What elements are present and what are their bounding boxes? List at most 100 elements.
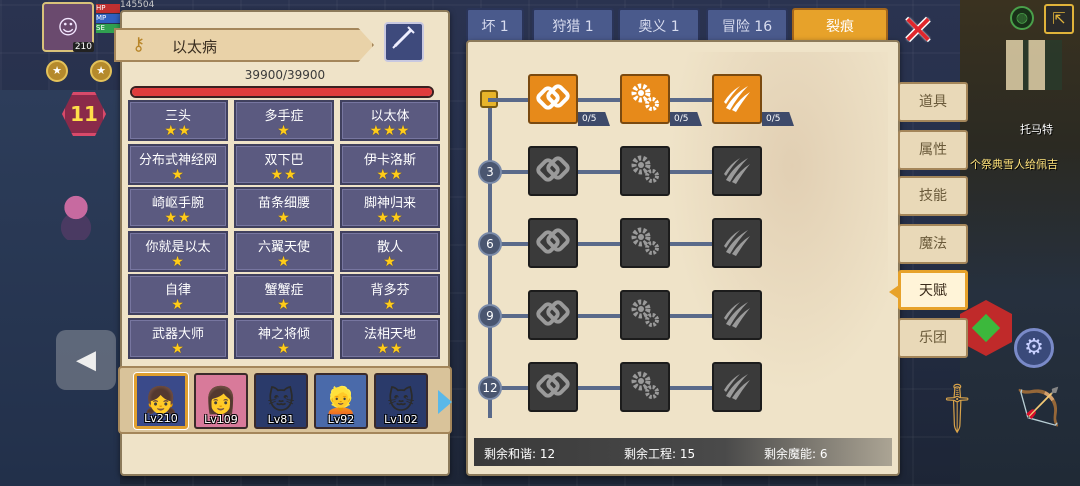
- trait-cell[interactable]: 崎岖手腕 ★★: [128, 187, 228, 229]
- buff-coin-icon[interactable]: ★: [90, 60, 112, 82]
- settings-gear-icon[interactable]: ⚙: [1014, 328, 1054, 368]
- gears-icon: [628, 152, 662, 190]
- trait-cell[interactable]: 脚神归来 ★★: [340, 187, 440, 229]
- talent-node[interactable]: 0/5: [620, 74, 702, 126]
- talent-node[interactable]: [620, 362, 670, 412]
- buff-coin-icon[interactable]: ★: [46, 60, 68, 82]
- trait-cell[interactable]: 神之将倾 ★: [234, 317, 334, 359]
- side-tab-2[interactable]: 技能: [898, 176, 968, 216]
- chain-link-icon: [536, 152, 570, 190]
- star-rating-icon: ★★: [376, 210, 404, 227]
- claw-slash-icon: [720, 80, 754, 118]
- star-rating-icon: ★★: [270, 166, 298, 183]
- talent-node[interactable]: [528, 362, 578, 412]
- trait-name: 多手症: [264, 109, 304, 124]
- hero-slot[interactable]: 🐱 Lv102: [374, 373, 428, 429]
- trait-name: 武器大师: [151, 326, 204, 342]
- trait-name: 神之将倾: [257, 326, 310, 342]
- trait-cell[interactable]: 你就是以太 ★: [128, 230, 228, 272]
- player-avatar[interactable]: ☺ 210: [42, 2, 94, 52]
- hero-level: Lv92: [327, 413, 355, 426]
- hp-readout: 39900/39900: [244, 68, 326, 82]
- side-tab-5[interactable]: 乐团: [898, 318, 968, 358]
- trait-name: 崎岖手腕: [151, 196, 204, 212]
- talent-node[interactable]: [712, 146, 762, 196]
- trait-cell[interactable]: 武器大师 ★: [128, 317, 228, 359]
- talent-node[interactable]: [528, 218, 578, 268]
- quest-text-label: 个祭典雪人给佩吉: [970, 158, 1058, 171]
- talent-points-count: 0/5: [670, 112, 702, 126]
- trait-cell[interactable]: 蟹蟹症 ★: [234, 274, 334, 316]
- trait-cell[interactable]: 分布式神经网 ★: [128, 143, 228, 185]
- hp-bar: [130, 86, 434, 98]
- left-wall: [0, 90, 120, 486]
- trait-cell[interactable]: 多手症 ★: [234, 100, 334, 141]
- claw-slash-icon: [720, 224, 754, 262]
- talent-node[interactable]: [712, 362, 762, 412]
- trait-cell[interactable]: 六翼天使 ★: [234, 230, 334, 272]
- star-rating-icon: ★: [277, 123, 291, 139]
- tree-tier-badge: 9: [478, 304, 502, 328]
- talent-node[interactable]: [620, 290, 670, 340]
- mp-mini-bar: MP: [96, 14, 120, 23]
- remaining-engineering: 剩余工程: 15: [624, 447, 696, 461]
- trait-cell[interactable]: 散人 ★: [340, 230, 440, 272]
- trait-grid: 三头 ★★ 多手症 ★ 以太体 ★★★ 分布式神经网 ★ 双下巴 ★★ 伊卡洛斯 ★★ 崎岖手腕 ★★ 苗条…: [128, 100, 440, 364]
- avatar-face-icon: ☺: [57, 15, 79, 39]
- star-rating-icon: ★★: [164, 123, 192, 139]
- trait-name: 以太体: [370, 109, 410, 124]
- syringe-swap-button[interactable]: [384, 22, 424, 62]
- gears-icon: [628, 296, 662, 334]
- move-left-button[interactable]: ◀: [56, 330, 116, 390]
- trait-name: 蟹蟹症: [264, 283, 304, 299]
- trait-cell[interactable]: 以太体 ★★★: [340, 100, 440, 141]
- side-tab-0[interactable]: 道具: [898, 82, 968, 122]
- side-tab-1[interactable]: 属性: [898, 130, 968, 170]
- trait-cell[interactable]: 背多芬 ★: [340, 274, 440, 316]
- side-tab-4[interactable]: 天赋: [889, 270, 968, 310]
- claw-slash-icon: [720, 296, 754, 334]
- trait-name: 法相天地: [363, 326, 416, 342]
- trait-name: 伊卡洛斯: [363, 152, 416, 168]
- talent-node[interactable]: [620, 218, 670, 268]
- talent-node[interactable]: [620, 146, 670, 196]
- network-globe-icon[interactable]: ◍: [1010, 6, 1034, 30]
- star-rating-icon: ★: [171, 166, 185, 183]
- star-rating-icon: ★★★: [369, 123, 411, 139]
- trait-cell[interactable]: 苗条细腰 ★: [234, 187, 334, 229]
- star-rating-icon: ★: [277, 210, 291, 227]
- side-tab-3[interactable]: 魔法: [898, 224, 968, 264]
- chain-link-icon: [536, 224, 570, 262]
- trait-name: 分布式神经网: [138, 152, 217, 168]
- trait-cell[interactable]: 三头 ★★: [128, 100, 228, 141]
- talent-node[interactable]: [528, 146, 578, 196]
- talent-node[interactable]: [528, 290, 578, 340]
- star-rating-icon: ★: [277, 253, 291, 270]
- talent-node[interactable]: [712, 290, 762, 340]
- talent-points-count: 0/5: [762, 112, 794, 126]
- hero-slot[interactable]: 👱 Lv92: [314, 373, 368, 429]
- bow-icon[interactable]: 🏹: [1016, 386, 1062, 432]
- character-panel: ⚷ 以太病 39900/39900 三头 ★★ 多手症 ★ 以太体 ★★★ 分布式神经网 ★ 双…: [114, 10, 452, 476]
- minimap[interactable]: [1006, 40, 1062, 90]
- talent-node[interactable]: 0/5: [712, 74, 794, 126]
- hero-slot[interactable]: 👧 Lv210: [134, 373, 188, 429]
- talent-node[interactable]: 0/5: [528, 74, 610, 126]
- trait-cell[interactable]: 双下巴 ★★: [234, 143, 334, 185]
- trait-name: 六翼天使: [257, 239, 310, 255]
- scroll-right-arrow-icon[interactable]: [438, 390, 452, 414]
- gears-icon: [628, 224, 662, 262]
- trait-cell[interactable]: 伊卡洛斯 ★★: [340, 143, 440, 185]
- expand-arrow-icon[interactable]: ⇱: [1044, 4, 1074, 34]
- hero-slot[interactable]: 🐱 Lv81: [254, 373, 308, 429]
- trait-cell[interactable]: 自律 ★: [128, 274, 228, 316]
- syringe-icon: [392, 26, 415, 49]
- trait-name: 散人: [376, 239, 403, 255]
- trait-cell[interactable]: 法相天地 ★★: [340, 317, 440, 359]
- tree-branch-line: [488, 170, 748, 174]
- score-readout: 145504: [120, 0, 155, 10]
- star-rating-icon: ★★: [376, 340, 404, 357]
- hero-slot[interactable]: 👩 Lv109: [194, 373, 248, 429]
- close-icon[interactable]: ✕: [898, 11, 938, 52]
- talent-node[interactable]: [712, 218, 762, 268]
